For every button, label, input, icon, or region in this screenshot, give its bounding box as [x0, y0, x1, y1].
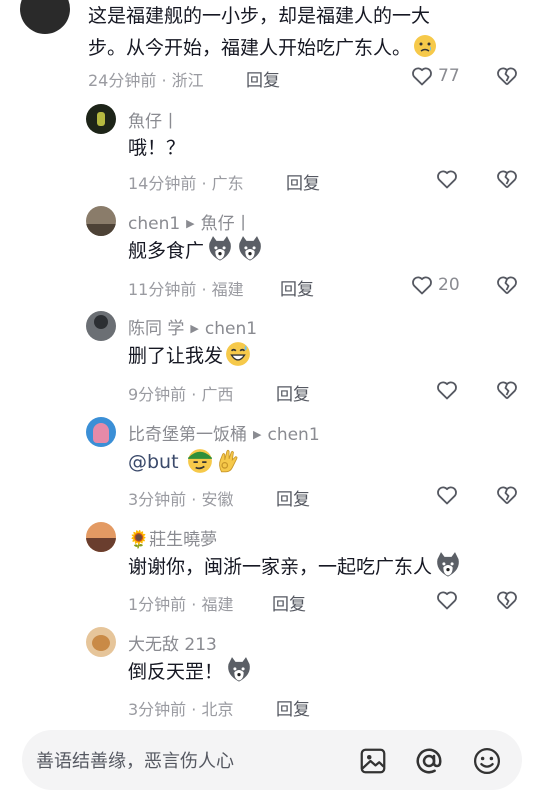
broken-heart-icon[interactable] — [495, 273, 519, 297]
avatar[interactable] — [86, 311, 116, 341]
like-count: 77 — [438, 66, 460, 86]
husky-emoji-icon — [228, 657, 250, 682]
grin-sweat-emoji-icon — [226, 342, 250, 366]
reply-text-label: 谢谢你，闽浙一家亲，一起吃广东人 — [128, 556, 433, 578]
comment-text: 这是福建舰的一小步，却是福建人的一大 — [88, 5, 431, 27]
comment-text: 步。从今开始，福建人开始吃广东人。 — [88, 32, 437, 64]
reply-arrow-icon: ▶ — [190, 322, 199, 335]
reply-button[interactable]: 回复 — [276, 695, 310, 720]
reply-text: @but — [128, 446, 241, 478]
reply-button[interactable]: 回复 — [286, 169, 320, 194]
reply-text-label: 倒反天罡！ — [128, 661, 224, 683]
broken-heart-icon[interactable] — [495, 483, 519, 507]
username: 比奇堡第一饭桶 ▶ chen1 — [128, 420, 320, 445]
emoji-icon[interactable] — [472, 746, 502, 776]
avatar[interactable] — [86, 206, 116, 236]
reply-button[interactable]: 回复 — [276, 380, 310, 405]
broken-heart-icon[interactable] — [495, 588, 519, 612]
heart-outline-icon[interactable] — [410, 64, 434, 88]
heart-outline-icon[interactable] — [435, 483, 459, 507]
reply-button[interactable]: 回复 — [276, 485, 310, 510]
avatar[interactable] — [86, 627, 116, 657]
reply-text: 舰多食广 — [128, 235, 264, 267]
ok-hand-emoji-icon — [218, 449, 238, 473]
heart-outline-icon[interactable] — [435, 167, 459, 191]
reply-button[interactable]: 回复 — [272, 590, 306, 615]
heart-outline-icon[interactable] — [435, 378, 459, 402]
emoji-face-icon — [414, 35, 437, 57]
smirk-emoji-icon — [187, 449, 212, 473]
reply-meta: 1分钟前 · 福建 — [128, 595, 234, 614]
like-count: 20 — [438, 275, 460, 295]
username-label[interactable]: chen1 — [128, 214, 180, 234]
username[interactable]: 魚仔丨 — [128, 107, 179, 132]
reply-meta: 9分钟前 · 广西 — [128, 385, 234, 404]
at-icon[interactable] — [414, 746, 444, 776]
avatar[interactable] — [86, 522, 116, 552]
reply-to-label[interactable]: chen1 — [205, 319, 257, 339]
username[interactable]: 大无敌 213 — [128, 630, 217, 655]
broken-heart-icon[interactable] — [495, 378, 519, 402]
reply-to-label[interactable]: 魚仔丨 — [201, 214, 252, 234]
username-label[interactable]: 陈同 学 — [128, 319, 184, 339]
username: chen1 ▶ 魚仔丨 — [128, 209, 252, 234]
avatar[interactable] — [86, 104, 116, 134]
reply-button[interactable]: 回复 — [246, 66, 280, 91]
username: 陈同 学 ▶ chen1 — [128, 314, 257, 339]
comment-input-placeholder: 善语结善缘，恶言伤人心 — [36, 751, 234, 772]
reply-arrow-icon: ▶ — [253, 428, 262, 441]
husky-emoji-icon — [209, 236, 231, 261]
avatar[interactable] — [20, 0, 70, 34]
comment-text-line: 步。从今开始，福建人开始吃广东人。 — [88, 37, 412, 59]
avatar[interactable] — [86, 417, 116, 447]
reply-text-label: 舰多食广 — [128, 240, 205, 262]
reply-to-label[interactable]: chen1 — [267, 425, 319, 445]
reply-text: 删了让我发 — [128, 340, 251, 372]
comment-meta: 24分钟前 · 浙江 — [88, 71, 204, 90]
heart-outline-icon[interactable] — [435, 588, 459, 612]
reply-text: 倒反天罡！ — [128, 656, 253, 688]
username[interactable]: 🌻莊生曉夢 — [128, 525, 217, 550]
reply-text-label: @but — [128, 451, 179, 473]
heart-outline-icon[interactable] — [410, 273, 434, 297]
broken-heart-icon[interactable] — [495, 64, 519, 88]
reply-text: 哦！？ — [128, 137, 186, 159]
broken-heart-icon[interactable] — [495, 167, 519, 191]
reply-button[interactable]: 回复 — [280, 275, 314, 300]
reply-meta: 3分钟前 · 北京 — [128, 700, 234, 719]
reply-meta: 11分钟前 · 福建 — [128, 280, 244, 299]
reply-text-label: 删了让我发 — [128, 345, 224, 367]
reply-text: 谢谢你，闽浙一家亲，一起吃广东人 — [128, 551, 462, 583]
username-label[interactable]: 比奇堡第一饭桶 — [128, 425, 247, 445]
comment-input[interactable]: 善语结善缘，恶言伤人心 — [22, 730, 522, 790]
reply-meta: 3分钟前 · 安徽 — [128, 490, 234, 509]
reply-arrow-icon: ▶ — [186, 217, 195, 230]
reply-meta: 14分钟前 · 广东 — [128, 174, 244, 193]
husky-emoji-icon — [437, 552, 459, 577]
image-icon[interactable] — [358, 746, 388, 776]
husky-emoji-icon — [239, 236, 261, 261]
